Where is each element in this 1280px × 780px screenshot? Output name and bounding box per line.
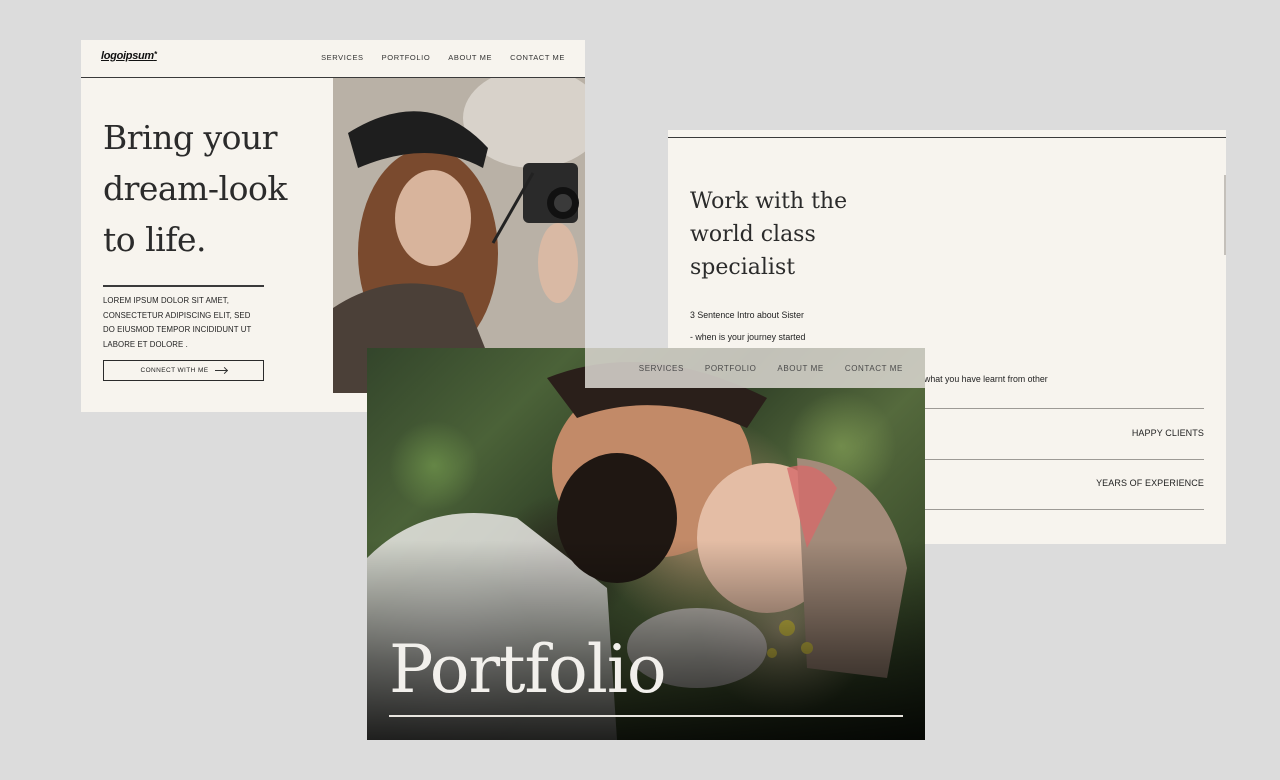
portfolio-underline xyxy=(389,715,903,717)
woman-with-camera-photo xyxy=(333,78,585,393)
about-title-line: specialist xyxy=(690,255,796,280)
connect-with-me-button[interactable]: CONNECT WITH ME xyxy=(103,360,264,381)
about-intro-line: what you have learnt from other xyxy=(924,374,1048,384)
logo-text: logoipsum xyxy=(101,50,154,62)
about-intro-line: 3 Sentence Intro about Sister xyxy=(690,310,804,320)
nav-contact-me[interactable]: CONTACT ME xyxy=(845,364,903,373)
about-top-border xyxy=(668,130,1226,138)
stat-happy-clients-label: HAPPY CLIENTS xyxy=(1131,428,1204,438)
about-title-line: world class xyxy=(690,222,816,247)
portfolio-card: SERVICES PORTFOLIO ABOUT ME CONTACT ME P… xyxy=(367,348,925,740)
hero-title-line: Bring your xyxy=(103,118,278,157)
hero-title-line: to life. xyxy=(103,220,206,259)
about-intro-line: - when is your journey started xyxy=(690,332,806,342)
hero-body-line: CONSECTETUR ADIPISCING ELIT, SED xyxy=(103,310,251,320)
nav-portfolio[interactable]: PORTFOLIO xyxy=(382,53,431,62)
nav-services[interactable]: SERVICES xyxy=(639,364,684,373)
about-title-line: Work with the xyxy=(690,189,848,214)
portfolio-navbar: SERVICES PORTFOLIO ABOUT ME CONTACT ME xyxy=(585,348,925,388)
nav-about-me[interactable]: ABOUT ME xyxy=(777,364,823,373)
hero-title: Bring your dream-look to life. xyxy=(103,112,333,265)
logo[interactable]: logoipsum* xyxy=(101,50,157,62)
hero-body-line: LOREM IPSUM DOLOR SIT AMET, xyxy=(103,296,230,305)
hero-nav-links: SERVICES PORTFOLIO ABOUT ME CONTACT ME xyxy=(321,53,565,62)
hero-body-line: DO EIUSMOD TEMPOR INCIDIDUNT UT xyxy=(103,325,252,334)
stat-years-experience-label: YEARS OF EXPERIENCE xyxy=(1096,478,1204,488)
nav-portfolio[interactable]: PORTFOLIO xyxy=(705,364,756,373)
nav-about-me[interactable]: ABOUT ME xyxy=(448,53,492,62)
about-title: Work with the world class specialist xyxy=(690,185,930,284)
nav-contact-me[interactable]: CONTACT ME xyxy=(510,53,565,62)
hero-photo xyxy=(333,78,585,393)
portfolio-title: Portfolio xyxy=(389,631,667,708)
hero-body-line: LABORE ET DOLORE . xyxy=(103,339,188,349)
hero-navbar: logoipsum* SERVICES PORTFOLIO ABOUT ME C… xyxy=(81,40,585,78)
hero-title-line: dream-look xyxy=(103,169,287,208)
scrollbar[interactable] xyxy=(1224,175,1226,255)
hero-body-text: LOREM IPSUM DOLOR SIT AMET, CONSECTETUR … xyxy=(103,294,278,352)
logo-mark-icon: * xyxy=(153,50,157,59)
connect-button-label: CONNECT WITH ME xyxy=(140,367,209,374)
nav-services[interactable]: SERVICES xyxy=(321,53,364,62)
arrow-right-icon xyxy=(214,370,227,371)
hero-divider xyxy=(103,285,264,287)
